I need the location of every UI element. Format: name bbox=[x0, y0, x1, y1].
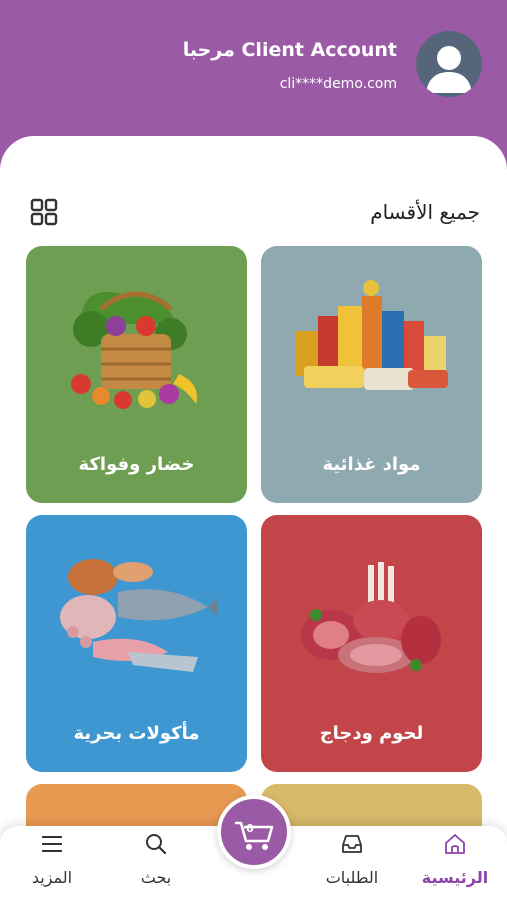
user-avatar-icon bbox=[426, 46, 472, 93]
nav-search[interactable]: بحث bbox=[106, 826, 206, 900]
section-title: جميع الأقسام bbox=[370, 200, 480, 224]
category-card-seafood[interactable]: مأكولات بحرية bbox=[26, 515, 247, 772]
category-label: مواد غذائية bbox=[322, 454, 421, 475]
cart-button[interactable]: 0 bbox=[217, 795, 291, 869]
nav-orders[interactable]: الطلبات bbox=[302, 826, 402, 900]
nav-more-label: المزيد bbox=[31, 868, 73, 887]
category-card-vegetables[interactable]: خضار وفواكة bbox=[26, 246, 247, 503]
category-card-meat[interactable]: لحوم ودجاج bbox=[261, 515, 482, 772]
nav-search-label: بحث bbox=[140, 868, 172, 887]
inbox-icon bbox=[342, 835, 362, 853]
nav-home-label: الرئيسية bbox=[421, 868, 489, 887]
avatar[interactable] bbox=[416, 31, 482, 97]
seafood-image bbox=[60, 559, 218, 672]
meat-image bbox=[301, 562, 441, 673]
search-icon bbox=[146, 834, 167, 855]
grid-view-icon[interactable] bbox=[30, 198, 58, 226]
category-label: لحوم ودجاج bbox=[319, 723, 424, 744]
category-label: خضار وفواكة bbox=[78, 454, 195, 475]
nav-orders-label: الطلبات bbox=[325, 868, 379, 887]
category-label: مأكولات بحرية bbox=[73, 723, 200, 744]
nav-more[interactable]: المزيد bbox=[2, 826, 102, 900]
greeting-text: مرحبا Client Account bbox=[182, 39, 397, 61]
user-email: cli****demo.com bbox=[279, 76, 397, 92]
groceries-image bbox=[296, 280, 448, 390]
cart-count-badge: 0 bbox=[246, 822, 254, 835]
vegetables-basket-image bbox=[71, 291, 197, 409]
home-icon bbox=[445, 834, 465, 854]
menu-icon bbox=[42, 836, 62, 852]
nav-home[interactable]: الرئيسية bbox=[405, 826, 505, 900]
category-card-groceries[interactable]: مواد غذائية bbox=[261, 246, 482, 503]
